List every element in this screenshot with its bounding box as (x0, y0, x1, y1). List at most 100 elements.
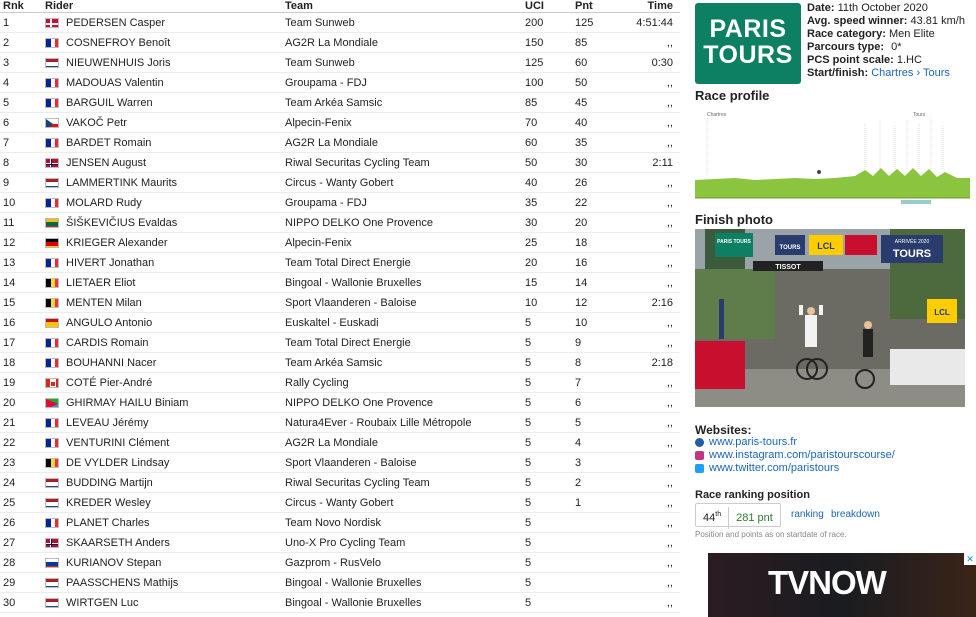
uci-cell: 5 (525, 477, 532, 489)
rider-link[interactable]: VAKOČ Petr (66, 113, 127, 133)
rider-link[interactable]: LIETAER Eliot (66, 273, 136, 293)
rider-link[interactable]: LAMMERTINK Maurits (66, 173, 177, 193)
team-link[interactable]: Team Novo Nordisk (285, 513, 381, 533)
flag-icon (45, 578, 59, 588)
website-item-0[interactable]: www.paris-tours.fr (695, 436, 975, 449)
uci-cell: 150 (525, 37, 544, 49)
rider-link[interactable]: LEVEAU Jérémy (66, 413, 149, 433)
team-link[interactable]: Riwal Securitas Cycling Team (285, 153, 430, 173)
rank-cell: 28 (3, 557, 16, 569)
header-team[interactable]: Team (285, 0, 313, 13)
start-city-link[interactable]: Chartres (871, 67, 913, 79)
team-link[interactable]: Sport Vlaanderen - Baloise (285, 293, 416, 313)
rank-cell: 21 (3, 417, 16, 429)
team-link[interactable]: Team Sunweb (285, 13, 355, 33)
team-link[interactable]: Natura4Ever - Roubaix Lille Métropole (285, 413, 471, 433)
rider-link[interactable]: KRIEGER Alexander (66, 233, 168, 253)
uci-cell: 10 (525, 297, 538, 309)
header-rnk[interactable]: Rnk (3, 0, 24, 13)
team-link[interactable]: Team Total Direct Energie (285, 253, 411, 273)
website-link-0[interactable]: www.paris-tours.fr (709, 436, 797, 448)
header-pnt[interactable]: Pnt (575, 0, 593, 13)
team-link[interactable]: Rally Cycling (285, 373, 349, 393)
rider-link[interactable]: MADOUAS Valentin (66, 73, 164, 93)
team-link[interactable]: AG2R La Mondiale (285, 133, 378, 153)
rider-link[interactable]: VENTURINI Clément (66, 433, 169, 453)
team-link[interactable]: Bingoal - Wallonie Bruxelles (285, 273, 422, 293)
team-link[interactable]: Groupama - FDJ (285, 73, 367, 93)
team-link[interactable]: Groupama - FDJ (285, 193, 367, 213)
rider-link[interactable]: MOLARD Rudy (66, 193, 142, 213)
flag-icon (45, 558, 59, 568)
rider-link[interactable]: BUDDING Martijn (66, 473, 153, 493)
rider-link[interactable]: PEDERSEN Casper (66, 13, 165, 33)
rider-link[interactable]: BARGUIL Warren (66, 93, 153, 113)
team-link[interactable]: Sport Vlaanderen - Baloise (285, 453, 416, 473)
rider-link[interactable]: BOUHANNI Nacer (66, 353, 156, 373)
team-link[interactable]: Bingoal - Wallonie Bruxelles (285, 573, 422, 593)
race-profile-image[interactable]: Chartres Tours (695, 106, 970, 206)
ranking-link[interactable]: ranking (791, 509, 824, 520)
date-value: 11th October 2020 (837, 2, 928, 14)
team-link[interactable]: Team Total Direct Energie (285, 333, 411, 353)
rider-link[interactable]: DE VYLDER Lindsay (66, 453, 169, 473)
team-link[interactable]: Team Arkéa Samsic (285, 93, 382, 113)
breakdown-link[interactable]: breakdown (831, 509, 880, 520)
instagram-icon (695, 451, 704, 460)
flag-icon (45, 278, 59, 288)
uci-cell: 40 (525, 177, 538, 189)
flag-icon (45, 58, 59, 68)
team-link[interactable]: Team Arkéa Samsic (285, 353, 382, 373)
rider-link[interactable]: COSNEFROY Benoît (66, 33, 170, 53)
team-link[interactable]: Alpecin-Fenix (285, 113, 352, 133)
team-link[interactable]: Euskaltel - Euskadi (285, 313, 379, 333)
team-link[interactable]: Riwal Securitas Cycling Team (285, 473, 430, 493)
rider-link[interactable]: KURIANOV Stepan (66, 553, 161, 573)
header-uci[interactable]: UCI (525, 0, 544, 13)
close-icon[interactable]: ✕ (964, 553, 976, 565)
rider-link[interactable]: MENTEN Milan (66, 293, 142, 313)
rider-link[interactable]: ANGULO Antonio (66, 313, 152, 333)
rider-link[interactable]: JENSEN August (66, 153, 146, 173)
team-link[interactable]: Circus - Wanty Gobert (285, 493, 393, 513)
pnt-cell: 10 (575, 317, 588, 329)
time-cell: ,, (666, 77, 673, 89)
flag-icon (45, 38, 59, 48)
rider-link[interactable]: ŠIŠKEVIČIUS Evaldas (66, 213, 177, 233)
header-rider[interactable]: Rider (45, 0, 73, 13)
table-row: 20 GHIRMAY HAILU Biniam NIPPO DELKO One Pr… (0, 393, 680, 413)
advertisement[interactable]: TVNOW ✕ (708, 553, 976, 617)
rider-link[interactable]: WIRTGEN Luc (66, 593, 139, 613)
team-link[interactable]: NIPPO DELKO One Provence (285, 213, 433, 233)
rider-link[interactable]: GHIRMAY HAILU Biniam (66, 393, 188, 413)
rider-link[interactable]: PAASSCHENS Mathijs (66, 573, 178, 593)
website-item-1[interactable]: www.instagram.com/paristourscourse/ (695, 449, 975, 462)
team-link[interactable]: Team Sunweb (285, 53, 355, 73)
rider-link[interactable]: HIVERT Jonathan (66, 253, 154, 273)
website-item-2[interactable]: www.twitter.com/paristours (695, 462, 975, 475)
website-link-2[interactable]: www.twitter.com/paristours (709, 462, 839, 474)
team-link[interactable]: Bingoal - Wallonie Bruxelles (285, 593, 422, 613)
time-cell: ,, (666, 577, 673, 589)
team-link[interactable]: NIPPO DELKO One Provence (285, 393, 433, 413)
table-row: 4 MADOUAS Valentin Groupama - FDJ 100 50,, (0, 73, 680, 93)
rider-link[interactable]: PLANET Charles (66, 513, 150, 533)
rider-link[interactable]: SKAARSETH Anders (66, 533, 170, 553)
rider-link[interactable]: COTÉ Pier-André (66, 373, 152, 393)
pnt-cell: 8 (575, 357, 582, 369)
rider-link[interactable]: NIEUWENHUIS Joris (66, 53, 171, 73)
time-cell: ,, (666, 557, 673, 569)
team-link[interactable]: AG2R La Mondiale (285, 33, 378, 53)
team-link[interactable]: Alpecin-Fenix (285, 233, 352, 253)
team-link[interactable]: Uno-X Pro Cycling Team (285, 533, 405, 553)
rider-link[interactable]: CARDIS Romain (66, 333, 149, 353)
website-link-1[interactable]: www.instagram.com/paristourscourse/ (709, 449, 895, 461)
team-link[interactable]: Circus - Wanty Gobert (285, 173, 393, 193)
rider-link[interactable]: KREDER Wesley (66, 493, 151, 513)
team-link[interactable]: AG2R La Mondiale (285, 433, 378, 453)
rider-link[interactable]: BARDET Romain (66, 133, 151, 153)
finish-photo[interactable]: PARIS TOURS TOURS LCL ARRIVÉE 2020 TOURS… (695, 229, 965, 407)
team-link[interactable]: Gazprom - RusVelo (285, 553, 381, 573)
finish-city-link[interactable]: Tours (923, 67, 950, 79)
header-time[interactable]: Time (648, 0, 673, 13)
